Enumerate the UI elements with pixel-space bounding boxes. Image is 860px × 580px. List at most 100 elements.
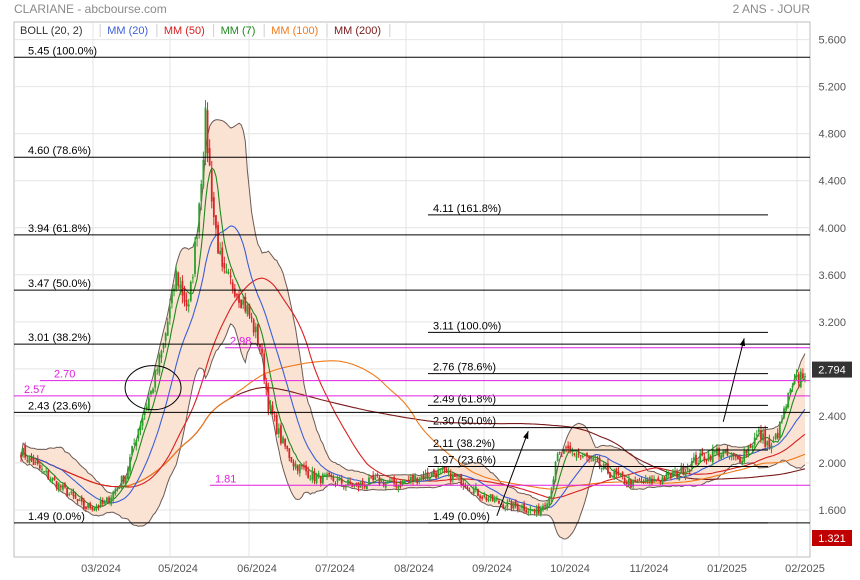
candle-body[interactable] xyxy=(445,469,448,473)
candle-body[interactable] xyxy=(378,477,381,485)
candle-body[interactable] xyxy=(638,479,641,481)
candle-body[interactable] xyxy=(275,415,278,435)
candle-body[interactable] xyxy=(370,476,372,478)
candle-body[interactable] xyxy=(795,374,798,378)
candle-body[interactable] xyxy=(315,475,318,484)
candle-body[interactable] xyxy=(319,475,322,484)
candle-body[interactable] xyxy=(240,299,243,309)
candle-body[interactable] xyxy=(774,434,777,439)
candle-body[interactable] xyxy=(481,496,484,499)
candle-body[interactable] xyxy=(502,504,505,509)
candle-body[interactable] xyxy=(678,474,681,480)
candle-body[interactable] xyxy=(711,449,714,463)
candle-body[interactable] xyxy=(623,478,626,484)
candle-body[interactable] xyxy=(472,488,475,494)
candle-body[interactable] xyxy=(460,474,463,486)
candle-body[interactable] xyxy=(141,417,144,426)
candle-body[interactable] xyxy=(579,455,582,457)
candle-body[interactable] xyxy=(776,432,779,439)
candle-body[interactable] xyxy=(338,477,341,480)
candle-body[interactable] xyxy=(112,491,115,500)
candle-body[interactable] xyxy=(124,476,127,485)
candle-body[interactable] xyxy=(229,275,232,278)
candle-body[interactable] xyxy=(238,294,240,303)
candle-body[interactable] xyxy=(53,477,56,480)
candle-body[interactable] xyxy=(164,333,167,341)
candle-body[interactable] xyxy=(433,469,435,475)
candle-body[interactable] xyxy=(586,453,588,457)
candle-body[interactable] xyxy=(303,465,305,468)
candle-body[interactable] xyxy=(550,490,553,499)
candle-body[interactable] xyxy=(127,468,129,479)
candle-body[interactable] xyxy=(290,457,293,463)
candle-body[interactable] xyxy=(347,479,349,485)
candle-body[interactable] xyxy=(688,470,691,472)
candle-body[interactable] xyxy=(106,497,108,503)
candle-body[interactable] xyxy=(187,304,190,307)
candle-body[interactable] xyxy=(219,250,222,254)
candle-body[interactable] xyxy=(548,496,551,505)
candle-body[interactable] xyxy=(328,473,331,475)
candle-body[interactable] xyxy=(617,471,620,475)
candle-body[interactable] xyxy=(317,473,320,478)
candle-body[interactable] xyxy=(443,467,446,470)
candle-body[interactable] xyxy=(535,507,538,514)
candle-body[interactable] xyxy=(449,473,452,482)
candle-body[interactable] xyxy=(91,506,94,510)
candle-body[interactable] xyxy=(374,477,377,480)
candle-body[interactable] xyxy=(292,461,295,467)
candle-body[interactable] xyxy=(686,467,689,470)
candle-body[interactable] xyxy=(783,408,785,418)
candle-body[interactable] xyxy=(80,497,83,502)
candle-body[interactable] xyxy=(311,470,314,480)
candle-body[interactable] xyxy=(554,461,557,481)
candle-body[interactable] xyxy=(739,457,741,463)
candle-body[interactable] xyxy=(171,289,173,304)
candle-body[interactable] xyxy=(49,479,52,482)
candle-body[interactable] xyxy=(531,510,534,512)
candle-body[interactable] xyxy=(101,500,104,504)
candle-body[interactable] xyxy=(150,390,152,395)
candle-body[interactable] xyxy=(183,291,186,302)
candle-body[interactable] xyxy=(59,485,62,488)
candle-body[interactable] xyxy=(575,455,578,458)
candle-body[interactable] xyxy=(764,430,767,447)
candle-body[interactable] xyxy=(802,373,804,379)
candle-body[interactable] xyxy=(546,503,549,508)
candle-body[interactable] xyxy=(713,450,716,452)
candle-body[interactable] xyxy=(231,282,234,290)
candle-body[interactable] xyxy=(439,468,442,470)
candle-body[interactable] xyxy=(43,471,45,473)
candle-body[interactable] xyxy=(156,369,159,371)
candle-body[interactable] xyxy=(166,321,169,336)
candle-body[interactable] xyxy=(321,474,324,484)
candle-body[interactable] xyxy=(227,272,230,274)
candle-body[interactable] xyxy=(556,453,559,462)
candle-body[interactable] xyxy=(485,497,488,501)
candle-body[interactable] xyxy=(741,460,744,465)
candle-body[interactable] xyxy=(26,460,29,462)
candle-body[interactable] xyxy=(368,477,370,485)
candle-body[interactable] xyxy=(152,388,154,393)
candle-body[interactable] xyxy=(154,370,157,388)
candle-body[interactable] xyxy=(470,492,473,494)
candle-body[interactable] xyxy=(581,456,584,458)
candle-body[interactable] xyxy=(768,438,771,448)
candle-body[interactable] xyxy=(403,481,406,483)
candle-body[interactable] xyxy=(204,107,207,158)
candle-body[interactable] xyxy=(447,470,450,474)
candle-body[interactable] xyxy=(267,388,270,412)
candle-body[interactable] xyxy=(340,478,343,484)
candle-body[interactable] xyxy=(93,507,96,512)
candle-body[interactable] xyxy=(426,472,429,478)
candle-body[interactable] xyxy=(523,503,526,511)
candle-body[interactable] xyxy=(288,448,291,458)
candle-body[interactable] xyxy=(588,455,590,459)
candle-body[interactable] xyxy=(47,470,50,480)
candle-body[interactable] xyxy=(64,483,66,488)
candle-body[interactable] xyxy=(594,459,597,461)
candle-body[interactable] xyxy=(498,501,500,504)
candle-body[interactable] xyxy=(701,451,704,456)
candle-body[interactable] xyxy=(355,483,358,485)
candle-body[interactable] xyxy=(533,511,536,513)
